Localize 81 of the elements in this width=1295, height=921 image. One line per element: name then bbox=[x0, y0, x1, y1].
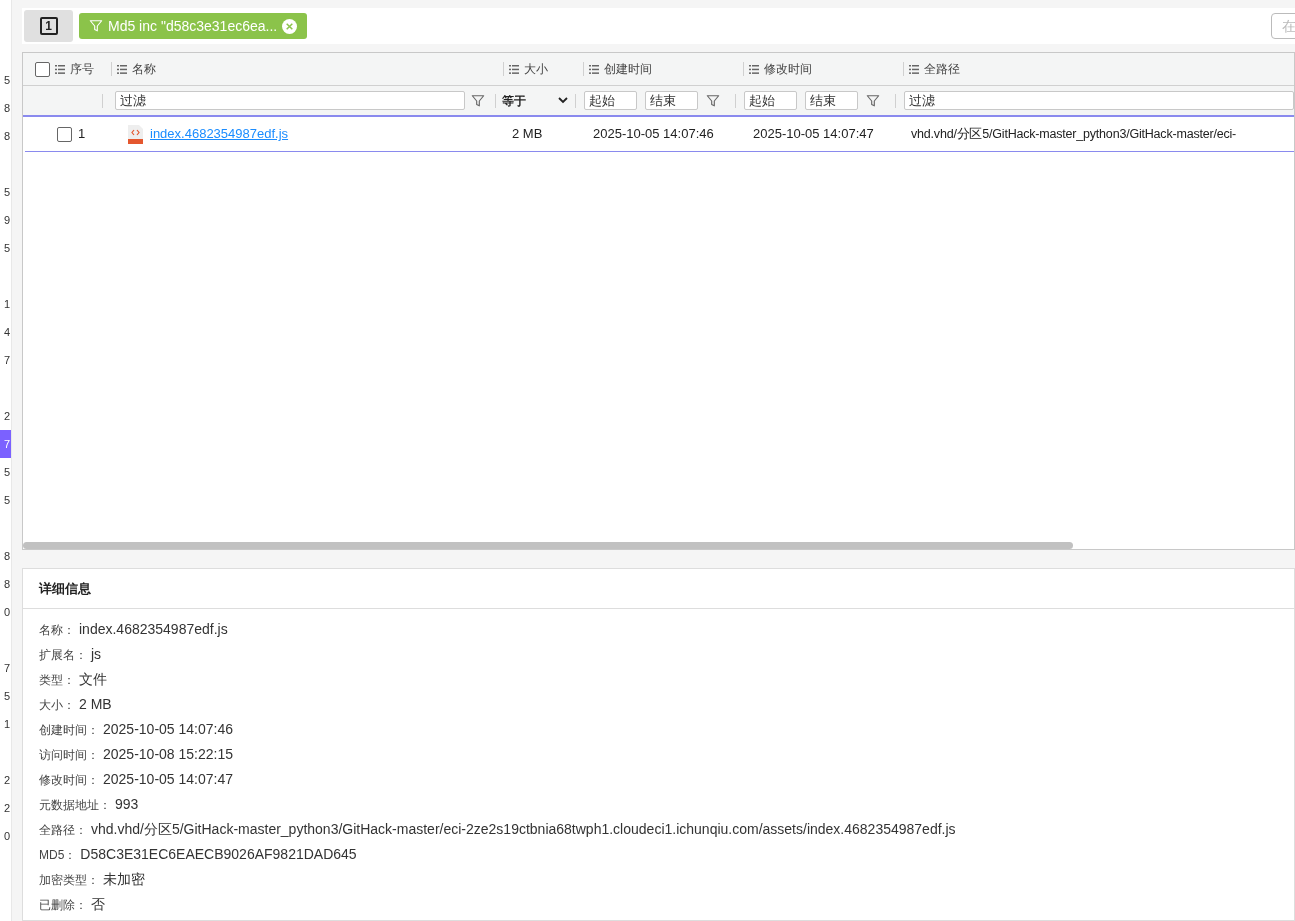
list-number[interactable]: 7 bbox=[3, 351, 10, 369]
field-label: 创建时间： bbox=[39, 721, 99, 739]
field-value: 文件 bbox=[79, 670, 107, 689]
scrollbar-thumb[interactable] bbox=[23, 541, 1073, 549]
filter-field[interactable]: 过滤 bbox=[904, 91, 1294, 110]
list-number[interactable]: 4 bbox=[3, 323, 10, 341]
list-number[interactable]: 0 bbox=[3, 603, 10, 621]
field-value: js bbox=[91, 645, 102, 664]
list-icon bbox=[749, 64, 759, 74]
list-number[interactable]: 1 bbox=[3, 295, 10, 313]
column-header[interactable]: 大小 bbox=[524, 60, 548, 78]
list-number[interactable]: 2 bbox=[3, 407, 10, 425]
details-title: 详细信息 bbox=[39, 579, 91, 598]
table-cell: 2025-10-05 14:07:47 bbox=[753, 126, 874, 142]
list-number[interactable]: 8 bbox=[3, 127, 10, 145]
list-number[interactable]: 5 bbox=[3, 463, 10, 481]
field-label: MD5： bbox=[39, 846, 77, 864]
list-icon bbox=[589, 64, 599, 74]
field-label: 已删除： bbox=[39, 896, 87, 914]
field-label: 全路径： bbox=[39, 821, 87, 839]
list-icon bbox=[55, 64, 65, 74]
list-number[interactable]: 5 bbox=[3, 491, 10, 509]
field-value: D58C3E31EC6EAECB9026AF9821DAD645 bbox=[80, 845, 357, 864]
table-cell: 2025-10-05 14:07:46 bbox=[593, 126, 714, 142]
field-value: 2025-10-05 14:07:47 bbox=[103, 770, 233, 789]
checkbox[interactable] bbox=[35, 61, 50, 77]
list-number[interactable]: 8 bbox=[3, 99, 10, 117]
field-label: 扩展名： bbox=[39, 646, 87, 664]
field-label: 加密类型： bbox=[39, 871, 99, 889]
start-field[interactable]: 起始 bbox=[744, 91, 797, 110]
column-header[interactable]: 修改时间 bbox=[764, 60, 812, 78]
field-value: 否 bbox=[91, 895, 105, 914]
column-header[interactable]: 名称 bbox=[132, 60, 156, 78]
field-label: 类型： bbox=[39, 671, 75, 689]
list-number[interactable]: 9 bbox=[3, 211, 10, 229]
list-number[interactable]: 7 bbox=[3, 659, 10, 677]
list-icon bbox=[117, 64, 127, 74]
list-number[interactable]: 8 bbox=[3, 547, 10, 565]
filter-icon[interactable] bbox=[866, 93, 880, 108]
column-header[interactable]: 全路径 bbox=[924, 60, 960, 78]
field-label: 元数据地址： bbox=[39, 796, 111, 814]
list-number[interactable]: 5 bbox=[3, 687, 10, 705]
filter-icon[interactable] bbox=[706, 93, 720, 108]
list-number[interactable]: 5 bbox=[3, 71, 10, 89]
field-label: 大小： bbox=[39, 696, 75, 714]
list-number[interactable]: 0 bbox=[3, 827, 10, 845]
table-row[interactable]: 1 index.4682354987edf.js 2 MB 2025-10-05 14:07:46 2025-10-05 14:07:47 vhd.vhd/分区5/GitHack-master_python3/GitHack-master/eci- bbox=[25, 117, 1294, 152]
table-cell: vhd.vhd/分区5/GitHack-master_python3/GitHack-master/eci- bbox=[911, 127, 1237, 142]
list-number[interactable]: 5 bbox=[3, 183, 10, 201]
field-label: 访问时间： bbox=[39, 746, 99, 764]
field-value: 2 MB bbox=[79, 695, 112, 714]
list-icon bbox=[909, 64, 919, 74]
field-value: index.4682354987edf.js bbox=[79, 620, 228, 639]
end-field[interactable]: 结束 bbox=[645, 91, 698, 110]
filter-field[interactable]: 过滤 bbox=[115, 91, 465, 110]
list-number[interactable]: 5 bbox=[3, 239, 10, 257]
list-number[interactable]: 1 bbox=[3, 715, 10, 733]
field-value: 2025-10-05 14:07:46 bbox=[103, 720, 233, 739]
list-icon bbox=[509, 64, 519, 74]
chevron-down-icon bbox=[558, 97, 568, 104]
field-label: 修改时间： bbox=[39, 771, 99, 789]
field-value: 993 bbox=[115, 795, 139, 814]
checkbox[interactable] bbox=[57, 126, 72, 142]
field-value: 2025-10-08 15:22:15 bbox=[103, 745, 233, 764]
column-header[interactable]: 序号 bbox=[70, 60, 94, 78]
end-field[interactable]: 结束 bbox=[805, 91, 858, 110]
filter-icon[interactable] bbox=[471, 93, 485, 108]
table-cell: 2 MB bbox=[512, 126, 543, 142]
list-number[interactable]: 2 bbox=[3, 799, 10, 817]
column-header[interactable]: 创建时间 bbox=[604, 60, 652, 78]
search-field[interactable]: 在 bbox=[1271, 13, 1295, 39]
list-number[interactable]: 2 bbox=[3, 771, 10, 789]
list-number[interactable]: 8 bbox=[3, 575, 10, 593]
table-cell-text: 1 bbox=[78, 125, 86, 144]
field-label: 名称： bbox=[39, 621, 75, 639]
field-value: 未加密 bbox=[103, 870, 145, 889]
count-button[interactable]: 1 bbox=[24, 10, 73, 42]
html-file-icon bbox=[127, 124, 144, 144]
start-field[interactable]: 起始 bbox=[584, 91, 637, 110]
field-value: vhd.vhd/分区5/GitHack-master_python3/GitHack-master/eci-2ze2s19ctbnia68twph1.cloudeci1.ichunqiu.com/assets/index.4682354987edf.js bbox=[91, 820, 956, 839]
operator-dropdown[interactable]: 等于 bbox=[502, 91, 568, 110]
